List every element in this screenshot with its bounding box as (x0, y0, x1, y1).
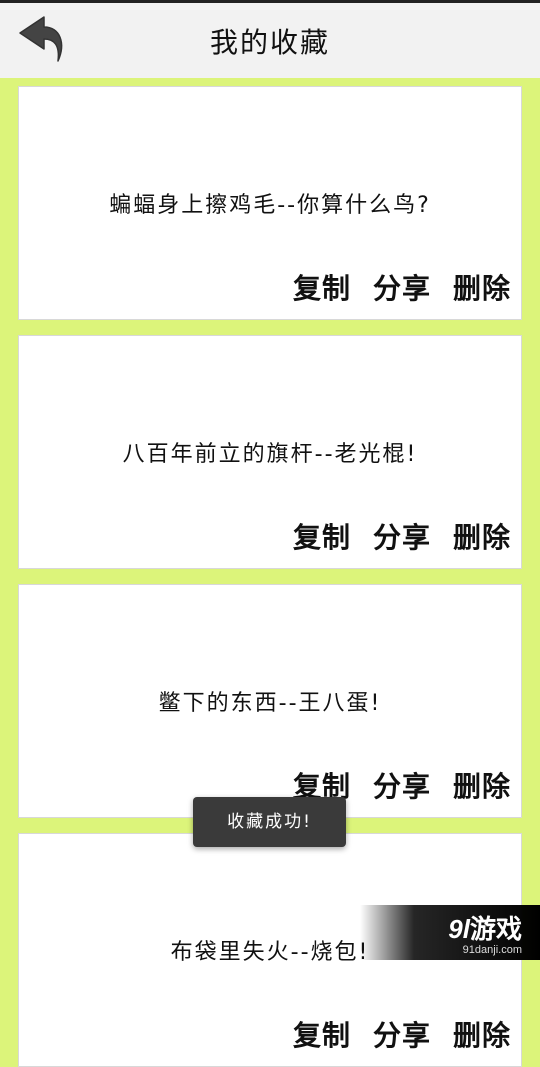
favorite-card: 鳖下的东西--王八蛋! 复制 分享 删除 (18, 584, 522, 818)
card-actions: 复制 分享 删除 (293, 516, 511, 556)
favorite-card: 八百年前立的旗杆--老光棍! 复制 分享 删除 (18, 335, 522, 569)
share-button[interactable]: 分享 (373, 267, 431, 307)
delete-button[interactable]: 删除 (453, 267, 511, 307)
card-actions: 复制 分享 删除 (293, 267, 511, 307)
card-actions: 复制 分享 删除 (293, 1014, 511, 1054)
favorite-text: 八百年前立的旗杆--老光棍! (19, 436, 521, 468)
copy-button[interactable]: 复制 (293, 267, 351, 307)
copy-button[interactable]: 复制 (293, 516, 351, 556)
share-button[interactable]: 分享 (373, 516, 431, 556)
favorite-text: 蝙蝠身上擦鸡毛--你算什么鸟? (19, 187, 521, 219)
favorite-card: 蝙蝠身上擦鸡毛--你算什么鸟? 复制 分享 删除 (18, 86, 522, 320)
page-title: 我的收藏 (0, 21, 540, 61)
delete-button[interactable]: 删除 (453, 516, 511, 556)
watermark-url: 91danji.com (463, 944, 522, 956)
site-watermark: 9l游戏 91danji.com (360, 905, 540, 960)
share-button[interactable]: 分享 (373, 765, 431, 805)
watermark-logo-number: 9l (448, 914, 470, 944)
share-button[interactable]: 分享 (373, 1014, 431, 1054)
watermark-logo: 9l游戏 (448, 909, 522, 946)
watermark-logo-text: 游戏 (470, 914, 522, 944)
delete-button[interactable]: 删除 (453, 765, 511, 805)
delete-button[interactable]: 删除 (453, 1014, 511, 1054)
copy-button[interactable]: 复制 (293, 1014, 351, 1054)
toast-message: 收藏成功! (193, 797, 346, 847)
favorite-text: 鳖下的东西--王八蛋! (19, 685, 521, 717)
title-bar: 我的收藏 (0, 0, 540, 78)
